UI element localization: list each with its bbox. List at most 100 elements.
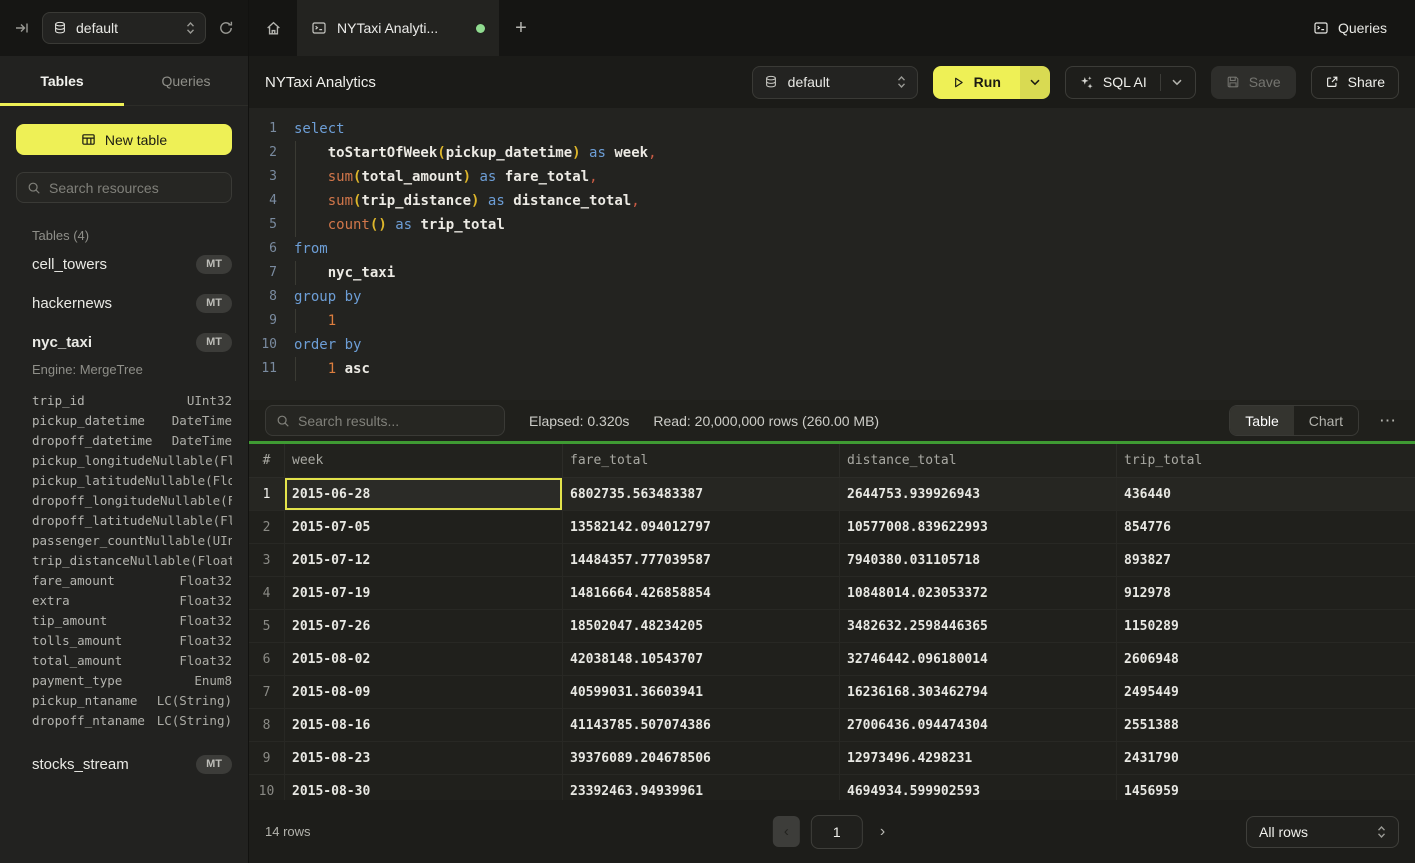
- column-row[interactable]: pickup_latitudeNullable(Flo: [32, 471, 232, 491]
- column-row[interactable]: trip_distanceNullable(Float: [32, 551, 232, 571]
- table-cell[interactable]: 2015-07-19: [285, 577, 563, 609]
- column-row[interactable]: passenger_countNullable(UIn: [32, 531, 232, 551]
- table-cell[interactable]: 893827: [1117, 544, 1415, 576]
- sql-editor[interactable]: 1select2 toStartOfWeek(pickup_datetime) …: [249, 108, 1415, 400]
- table-cell[interactable]: 42038148.10543707: [563, 643, 840, 675]
- tab-nytaxi-analytics[interactable]: NYTaxi Analyti...: [297, 0, 499, 56]
- column-header-trip-total[interactable]: trip_total: [1117, 444, 1415, 477]
- code-line[interactable]: 11 1 asc: [249, 357, 1415, 381]
- table-cell[interactable]: 2644753.939926943: [840, 478, 1117, 510]
- code-line[interactable]: 2 toStartOfWeek(pickup_datetime) as week…: [249, 141, 1415, 165]
- table-cell[interactable]: 6802735.563483387: [563, 478, 840, 510]
- share-button[interactable]: Share: [1311, 66, 1399, 99]
- code-line[interactable]: 8group by: [249, 285, 1415, 309]
- table-cell[interactable]: 10577008.839622993: [840, 511, 1117, 543]
- table-cell[interactable]: 854776: [1117, 511, 1415, 543]
- code-line[interactable]: 1select: [249, 117, 1415, 141]
- code-line[interactable]: 10order by: [249, 333, 1415, 357]
- sidebar-tab-queries[interactable]: Queries: [124, 56, 248, 105]
- queries-shortcut[interactable]: Queries: [1313, 0, 1387, 56]
- table-cell[interactable]: 2015-08-30: [285, 775, 563, 800]
- new-tab-button[interactable]: +: [499, 0, 543, 56]
- column-row[interactable]: pickup_longitudeNullable(Fl: [32, 451, 232, 471]
- refresh-icon[interactable]: [218, 20, 234, 36]
- column-row[interactable]: dropoff_latitudeNullable(Fl: [32, 511, 232, 531]
- table-cell[interactable]: 2015-08-23: [285, 742, 563, 774]
- column-row[interactable]: pickup_ntanameLC(String): [32, 691, 232, 711]
- home-button[interactable]: [249, 0, 297, 56]
- column-row[interactable]: tolls_amountFloat32: [32, 631, 232, 651]
- table-cell[interactable]: 2015-08-02: [285, 643, 563, 675]
- column-row[interactable]: dropoff_ntanameLC(String): [32, 711, 232, 731]
- page-size-selector[interactable]: All rows: [1246, 816, 1399, 848]
- column-row[interactable]: tip_amountFloat32: [32, 611, 232, 631]
- table-cell[interactable]: 1150289: [1117, 610, 1415, 642]
- sidebar-search[interactable]: [16, 172, 232, 203]
- sidebar-item-nyc-taxi[interactable]: nyc_taxi MT: [0, 323, 248, 362]
- table-cell[interactable]: 2015-07-12: [285, 544, 563, 576]
- table-cell[interactable]: 2495449: [1117, 676, 1415, 708]
- view-tab-chart[interactable]: Chart: [1294, 406, 1358, 435]
- prev-page-button[interactable]: ‹: [773, 816, 800, 847]
- code-line[interactable]: 6from: [249, 237, 1415, 261]
- table-cell[interactable]: 7940380.031105718: [840, 544, 1117, 576]
- new-table-button[interactable]: New table: [16, 124, 232, 155]
- table-cell[interactable]: 3482632.2598446365: [840, 610, 1117, 642]
- table-cell[interactable]: 14816664.426858854: [563, 577, 840, 609]
- table-cell[interactable]: 4694934.599902593: [840, 775, 1117, 800]
- database-selector[interactable]: default: [752, 66, 918, 99]
- sidebar-search-input[interactable]: [49, 180, 221, 196]
- table-cell[interactable]: 2015-08-16: [285, 709, 563, 741]
- table-cell[interactable]: 2015-07-26: [285, 610, 563, 642]
- table-cell[interactable]: 10848014.023053372: [840, 577, 1117, 609]
- view-tab-table[interactable]: Table: [1230, 406, 1293, 435]
- more-options-button[interactable]: ⋯: [1377, 411, 1399, 431]
- column-header-fare-total[interactable]: fare_total: [563, 444, 840, 477]
- current-page-button[interactable]: 1: [811, 815, 863, 849]
- results-search[interactable]: [265, 405, 505, 436]
- table-cell[interactable]: 2015-08-09: [285, 676, 563, 708]
- table-cell[interactable]: 2551388: [1117, 709, 1415, 741]
- column-row[interactable]: payment_typeEnum8: [32, 671, 232, 691]
- code-line[interactable]: 7 nyc_taxi: [249, 261, 1415, 285]
- column-row[interactable]: trip_idUInt32: [32, 391, 232, 411]
- table-cell[interactable]: 14484357.777039587: [563, 544, 840, 576]
- sidebar-item-stocks-stream[interactable]: stocks_stream MT: [0, 745, 248, 784]
- run-button[interactable]: Run: [933, 66, 1020, 99]
- code-line[interactable]: 4 sum(trip_distance) as distance_total,: [249, 189, 1415, 213]
- sql-ai-button[interactable]: SQL AI: [1065, 66, 1196, 99]
- column-header-index[interactable]: #: [249, 444, 285, 477]
- run-options-button[interactable]: [1020, 66, 1050, 99]
- sidebar-item-cell-towers[interactable]: cell_towers MT: [0, 245, 248, 284]
- table-cell[interactable]: 23392463.94939961: [563, 775, 840, 800]
- code-line[interactable]: 9 1: [249, 309, 1415, 333]
- column-header-week[interactable]: week: [285, 444, 563, 477]
- column-row[interactable]: fare_amountFloat32: [32, 571, 232, 591]
- column-header-distance-total[interactable]: distance_total: [840, 444, 1117, 477]
- table-cell[interactable]: 2431790: [1117, 742, 1415, 774]
- column-row[interactable]: dropoff_longitudeNullable(F: [32, 491, 232, 511]
- table-cell[interactable]: 2606948: [1117, 643, 1415, 675]
- table-cell[interactable]: 27006436.094474304: [840, 709, 1117, 741]
- column-row[interactable]: extraFloat32: [32, 591, 232, 611]
- sidebar-tab-tables[interactable]: Tables: [0, 56, 124, 105]
- table-cell[interactable]: 2015-06-28: [285, 478, 563, 510]
- table-cell[interactable]: 18502047.48234205: [563, 610, 840, 642]
- column-row[interactable]: dropoff_datetimeDateTime: [32, 431, 232, 451]
- sidebar-item-hackernews[interactable]: hackernews MT: [0, 284, 248, 323]
- column-row[interactable]: total_amountFloat32: [32, 651, 232, 671]
- table-cell[interactable]: 2015-07-05: [285, 511, 563, 543]
- database-selector[interactable]: default: [42, 12, 206, 44]
- table-cell[interactable]: 13582142.094012797: [563, 511, 840, 543]
- table-cell[interactable]: 12973496.4298231: [840, 742, 1117, 774]
- save-button[interactable]: Save: [1211, 66, 1296, 99]
- results-search-input[interactable]: [298, 413, 494, 429]
- next-page-button[interactable]: ›: [874, 823, 891, 841]
- table-cell[interactable]: 16236168.303462794: [840, 676, 1117, 708]
- table-cell[interactable]: 436440: [1117, 478, 1415, 510]
- table-cell[interactable]: 40599031.36603941: [563, 676, 840, 708]
- chevron-down-icon[interactable]: [1172, 79, 1182, 86]
- table-cell[interactable]: 39376089.204678506: [563, 742, 840, 774]
- column-row[interactable]: pickup_datetimeDateTime: [32, 411, 232, 431]
- table-cell[interactable]: 41143785.507074386: [563, 709, 840, 741]
